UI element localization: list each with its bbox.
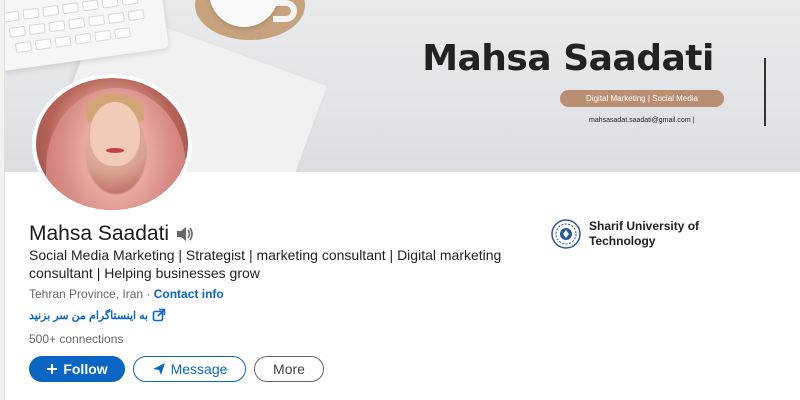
- avatar-lips: [106, 148, 124, 153]
- banner-name: Mahsa Saadati: [422, 38, 714, 79]
- follow-button[interactable]: Follow: [29, 356, 125, 382]
- name-row: Mahsa Saadati: [29, 222, 195, 246]
- banner-tagline: Digital Marketing | Social Media: [560, 90, 724, 107]
- external-link-icon: [152, 308, 166, 322]
- follow-label: Follow: [63, 361, 108, 377]
- plus-icon: [46, 363, 58, 375]
- profile-card: Mahsa Saadati Digital Marketing | Social…: [4, 0, 800, 400]
- banner-cup-handle-decoration: [273, 0, 297, 22]
- more-label: More: [273, 361, 305, 377]
- banner-divider: [764, 58, 766, 126]
- avatar[interactable]: [32, 74, 192, 214]
- profile-name: Mahsa Saadati: [29, 222, 170, 245]
- message-button[interactable]: Message: [133, 356, 246, 382]
- send-icon: [152, 362, 166, 376]
- banner-email: mahsasadat.saadati@gmail.com |: [589, 117, 695, 124]
- avatar-face: [90, 102, 140, 166]
- location-row: Tehran Province, Iran · Contact info: [29, 287, 224, 301]
- external-link-label: به اینستاگرام من سر بزنید: [29, 309, 149, 322]
- message-label: Message: [170, 361, 228, 377]
- university-seal-icon: [551, 219, 581, 249]
- profile-location: Tehran Province, Iran: [29, 287, 144, 301]
- profile-actions: Follow Message More: [29, 356, 324, 382]
- contact-info-link[interactable]: Contact info: [154, 287, 224, 301]
- location-separator: ·: [143, 287, 154, 301]
- education-item[interactable]: Sharif University of Technology: [551, 219, 729, 249]
- education-name: Sharif University of Technology: [589, 219, 700, 248]
- profile-headline: Social Media Marketing | Strategist | ma…: [29, 247, 502, 281]
- speaker-icon[interactable]: [175, 225, 195, 243]
- connections-count[interactable]: 500+ connections: [29, 332, 123, 346]
- more-button[interactable]: More: [254, 356, 324, 382]
- external-link[interactable]: به اینستاگرام من سر بزنید: [29, 308, 166, 322]
